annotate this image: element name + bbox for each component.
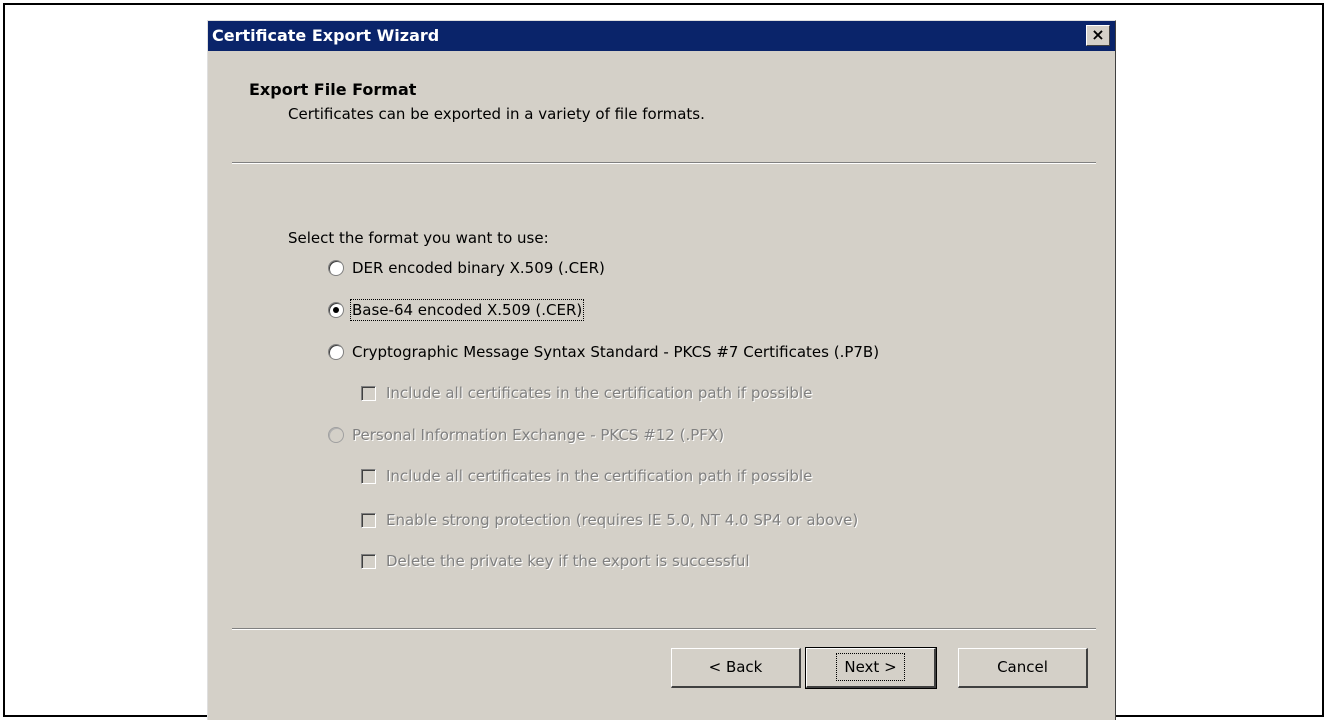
checkbox-pkcs7-include-label: Include all certificates in the certific… <box>386 384 813 402</box>
checkbox-pfx-strong-label: Enable strong protection (requires IE 5.… <box>386 511 859 529</box>
header-divider <box>232 162 1096 164</box>
checkbox[interactable] <box>361 553 376 569</box>
checkbox[interactable] <box>361 468 376 484</box>
back-button-label: < Back <box>708 658 763 676</box>
radio-der[interactable]: DER encoded binary X.509 (.CER) <box>328 259 605 277</box>
checkbox-pfx-strong-protection[interactable]: Enable strong protection (requires IE 5.… <box>361 511 858 529</box>
cancel-button[interactable]: Cancel <box>958 648 1088 688</box>
radio-pfx[interactable]: Personal Information Exchange - PKCS #12… <box>328 426 724 444</box>
checkbox-pfx-delete-label: Delete the private key if the export is … <box>386 552 750 570</box>
checkbox[interactable] <box>361 385 376 401</box>
format-prompt: Select the format you want to use: <box>288 229 549 247</box>
checkbox-pkcs7-include-chain[interactable]: Include all certificates in the certific… <box>361 384 812 402</box>
radio-button[interactable] <box>328 344 344 360</box>
checkbox[interactable] <box>361 512 376 528</box>
radio-pfx-label: Personal Information Exchange - PKCS #12… <box>352 426 725 444</box>
radio-button[interactable] <box>328 260 344 276</box>
page-title: Export File Format <box>249 80 417 99</box>
cancel-button-label: Cancel <box>997 658 1048 676</box>
window-title: Certificate Export Wizard <box>212 26 440 45</box>
close-icon: × <box>1091 25 1105 44</box>
radio-button-selected[interactable] <box>328 302 344 318</box>
page-subtitle: Certificates can be exported in a variet… <box>288 105 705 123</box>
checkbox-pfx-include-chain[interactable]: Include all certificates in the certific… <box>361 467 812 485</box>
radio-base64-label: Base-64 encoded X.509 (.CER) <box>349 299 585 321</box>
radio-pkcs7[interactable]: Cryptographic Message Syntax Standard - … <box>328 343 879 361</box>
radio-der-label: DER encoded binary X.509 (.CER) <box>352 259 605 277</box>
checkbox-pfx-include-label: Include all certificates in the certific… <box>386 467 813 485</box>
title-bar: Certificate Export Wizard × <box>208 21 1115 51</box>
next-button-label: Next > <box>836 653 905 681</box>
certificate-export-wizard-dialog: Certificate Export Wizard × Export File … <box>207 20 1116 720</box>
footer-divider <box>232 628 1096 630</box>
checkbox-pfx-delete-key[interactable]: Delete the private key if the export is … <box>361 552 750 570</box>
next-button[interactable]: Next > <box>805 647 937 689</box>
radio-pkcs7-label: Cryptographic Message Syntax Standard - … <box>352 343 880 361</box>
back-button[interactable]: < Back <box>671 648 801 688</box>
radio-button[interactable] <box>328 427 344 443</box>
close-button[interactable]: × <box>1086 25 1110 46</box>
radio-base64[interactable]: Base-64 encoded X.509 (.CER) <box>328 299 585 321</box>
